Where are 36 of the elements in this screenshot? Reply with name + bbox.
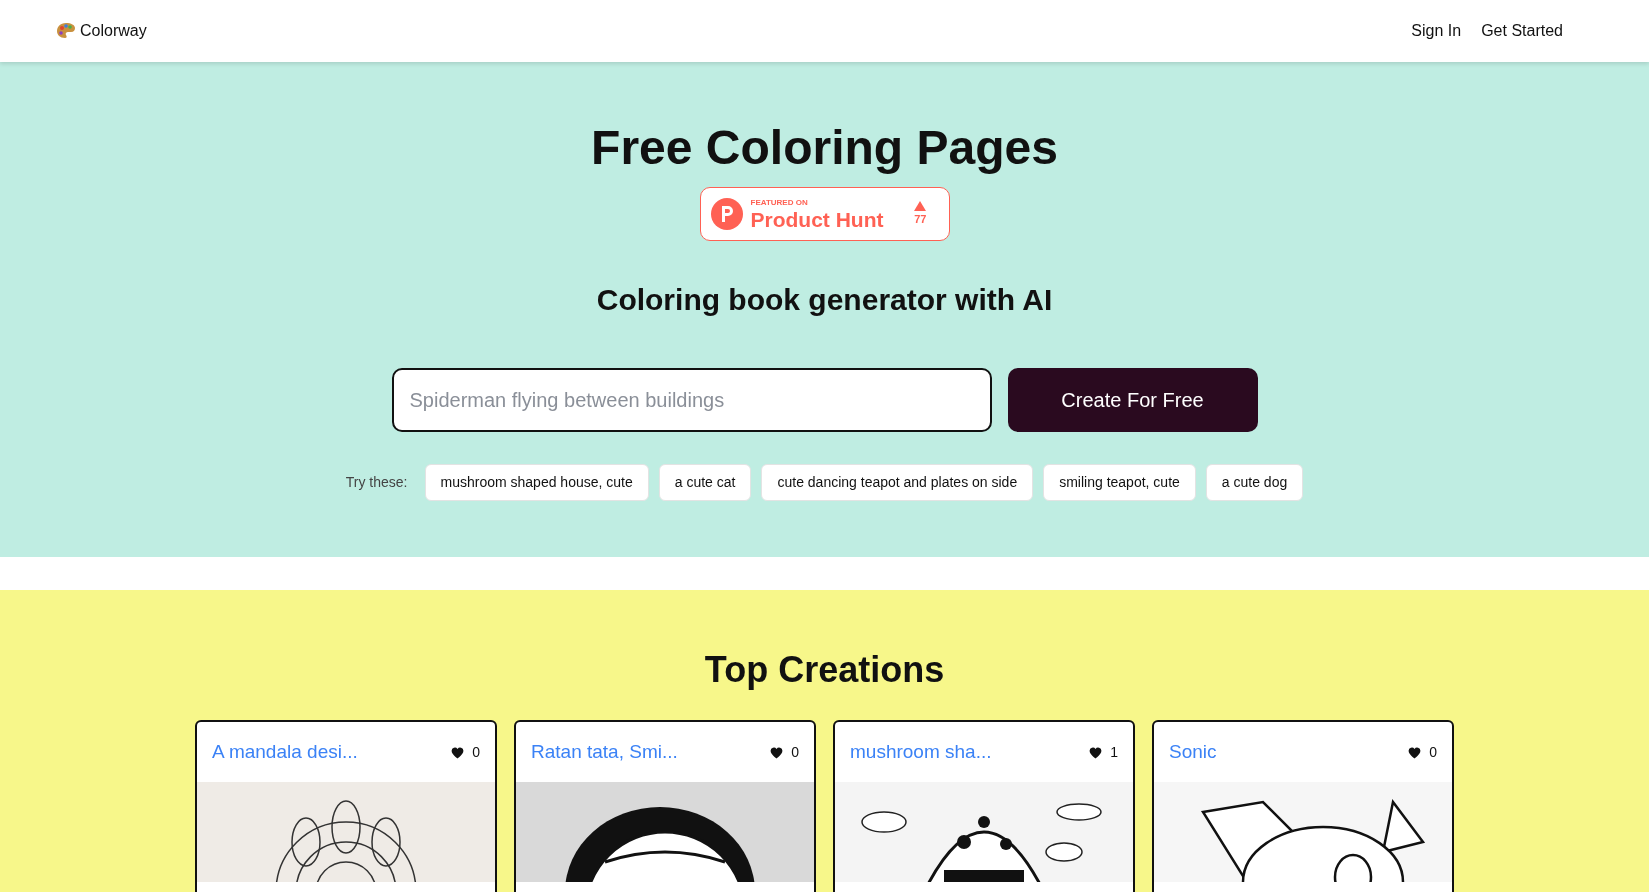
suggestion-chip[interactable]: mushroom shaped house, cute [424, 464, 649, 501]
hero-title: Free Coloring Pages [591, 124, 1058, 172]
heart-icon[interactable] [450, 745, 466, 759]
try-label: Try these: [345, 473, 408, 492]
suggestion-chip[interactable]: a cute cat [658, 464, 752, 501]
palette-icon [56, 22, 76, 40]
brand-link[interactable]: Colorway [80, 19, 147, 43]
creation-card[interactable]: Sonic 0 [1152, 720, 1454, 892]
suggestion-chip[interactable]: smiling teapot, cute [1043, 464, 1196, 501]
card-title[interactable]: Ratan tata, Smi... [531, 737, 678, 767]
card-title[interactable]: mushroom sha... [850, 737, 992, 767]
nav-link[interactable]: Sign In [1411, 19, 1462, 43]
like-count: 0 [791, 742, 799, 762]
like-count: 0 [472, 742, 480, 762]
upvote-icon [914, 200, 927, 211]
creation-card[interactable]: Ratan tata, Smi... 0 [514, 720, 816, 892]
badge-name: Product Hunt [750, 208, 884, 230]
create-button[interactable]: Create For Free [1007, 368, 1258, 432]
card-title[interactable]: Sonic [1169, 737, 1217, 767]
creation-card[interactable]: mushroom sha... 1 [833, 720, 1135, 892]
section-title: Top Creations [704, 652, 945, 688]
vote-count: 77 [914, 211, 927, 227]
card-title[interactable]: A mandala desi... [212, 737, 358, 767]
like-count: 1 [1110, 742, 1118, 762]
hero-subtitle: Coloring book generator with AI [596, 282, 1053, 318]
nav-link[interactable]: Get Started [1481, 19, 1563, 43]
heart-icon[interactable] [1407, 745, 1423, 759]
badge-kicker: FEATURED ON [750, 198, 809, 207]
product-hunt-icon [710, 198, 743, 230]
creation-card[interactable]: A mandala desi... 0 [195, 720, 497, 892]
suggestion-chip[interactable]: cute dancing teapot and plates on side [761, 464, 1034, 501]
suggestion-chip[interactable]: a cute dog [1205, 464, 1304, 501]
heart-icon[interactable] [1088, 745, 1104, 759]
prompt-input[interactable]: Spiderman flying between buildings [391, 368, 992, 432]
like-count: 0 [1429, 742, 1437, 762]
heart-icon[interactable] [769, 745, 785, 759]
